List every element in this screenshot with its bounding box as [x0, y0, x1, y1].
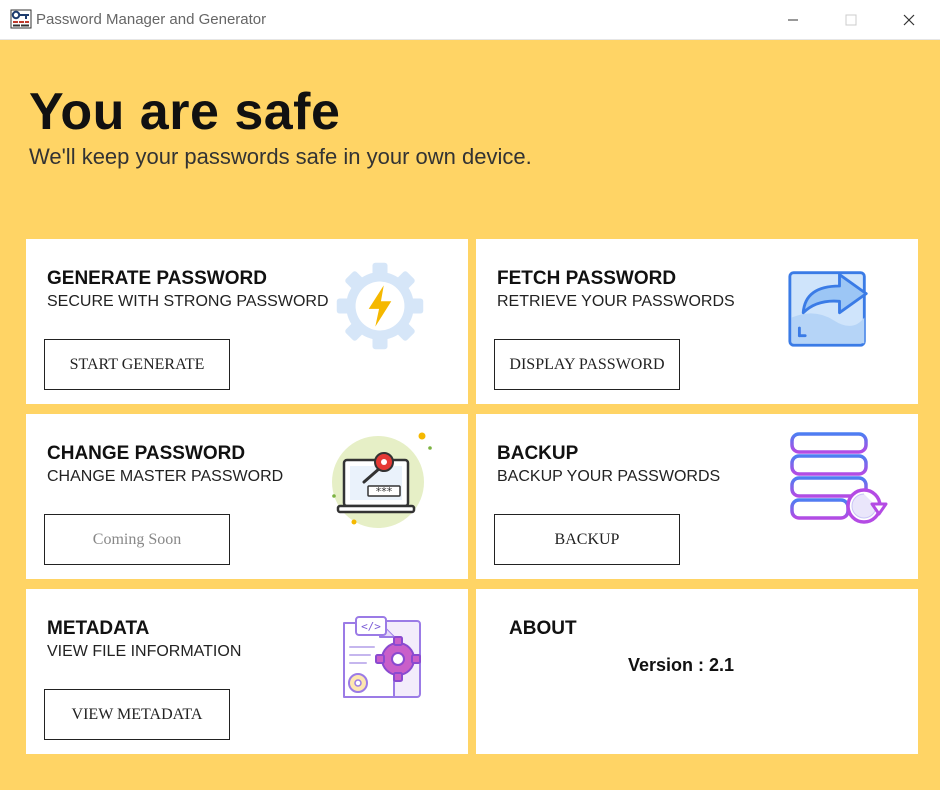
card-subtitle: BACKUP YOUR PASSWORDS: [497, 468, 721, 485]
minimize-button[interactable]: [764, 0, 822, 39]
title-bar: Password Manager and Generator: [0, 0, 940, 40]
about-card: ABOUT Version : 2.1: [476, 589, 918, 754]
card-title: FETCH PASSWORD: [497, 268, 677, 289]
generate-password-card: GENERATE PASSWORD SECURE WITH STRONG PAS…: [26, 239, 468, 404]
close-icon: [903, 14, 915, 25]
backup-button[interactable]: BACKUP: [494, 514, 680, 565]
app-key-icon: [10, 9, 32, 29]
fetch-password-card: FETCH PASSWORD RETRIEVE YOUR PASSWORDS D…: [476, 239, 918, 404]
backup-card: BACKUP BACKUP YOUR PASSWORDS BACKUP: [476, 414, 918, 579]
change-password-card: CHANGE PASSWORD CHANGE MASTER PASSWORD C…: [26, 414, 468, 579]
metadata-card: METADATA VIEW FILE INFORMATION VIEW META…: [26, 589, 468, 754]
start-generate-button[interactable]: START GENERATE: [44, 339, 230, 390]
svg-text:***: ***: [376, 485, 393, 498]
card-title: CHANGE PASSWORD: [47, 443, 246, 464]
version-label: Version : 2.1: [628, 655, 735, 675]
maximize-button[interactable]: [822, 0, 880, 39]
close-button[interactable]: [880, 0, 938, 39]
hero-subtitle: We'll keep your passwords safe in your o…: [29, 144, 532, 169]
server-restore-icon: [790, 432, 888, 524]
about-title: ABOUT: [509, 618, 577, 639]
svg-text:</>: </>: [361, 620, 381, 633]
coming-soon-button[interactable]: Coming Soon: [44, 514, 230, 565]
view-metadata-button[interactable]: VIEW METADATA: [44, 689, 230, 740]
card-subtitle: RETRIEVE YOUR PASSWORDS: [497, 293, 735, 310]
card-title: BACKUP: [497, 443, 579, 464]
laptop-key-icon: ***: [332, 432, 432, 528]
gear-lightning-icon: [336, 262, 424, 350]
display-password-button[interactable]: DISPLAY PASSWORD: [494, 339, 680, 390]
file-settings-icon: </>: [343, 616, 421, 698]
maximize-icon: [845, 14, 857, 25]
minimize-icon: [788, 19, 798, 20]
main-panel: You are safe We'll keep your passwords s…: [0, 40, 940, 790]
card-title: GENERATE PASSWORD: [47, 268, 267, 289]
card-subtitle: VIEW FILE INFORMATION: [47, 643, 242, 660]
share-arrow-icon: [788, 271, 868, 347]
card-title: METADATA: [47, 618, 150, 639]
window-title: Password Manager and Generator: [36, 11, 267, 28]
card-subtitle: CHANGE MASTER PASSWORD: [47, 468, 284, 485]
card-subtitle: SECURE WITH STRONG PASSWORD: [47, 293, 329, 310]
hero-title: You are safe: [29, 83, 341, 141]
